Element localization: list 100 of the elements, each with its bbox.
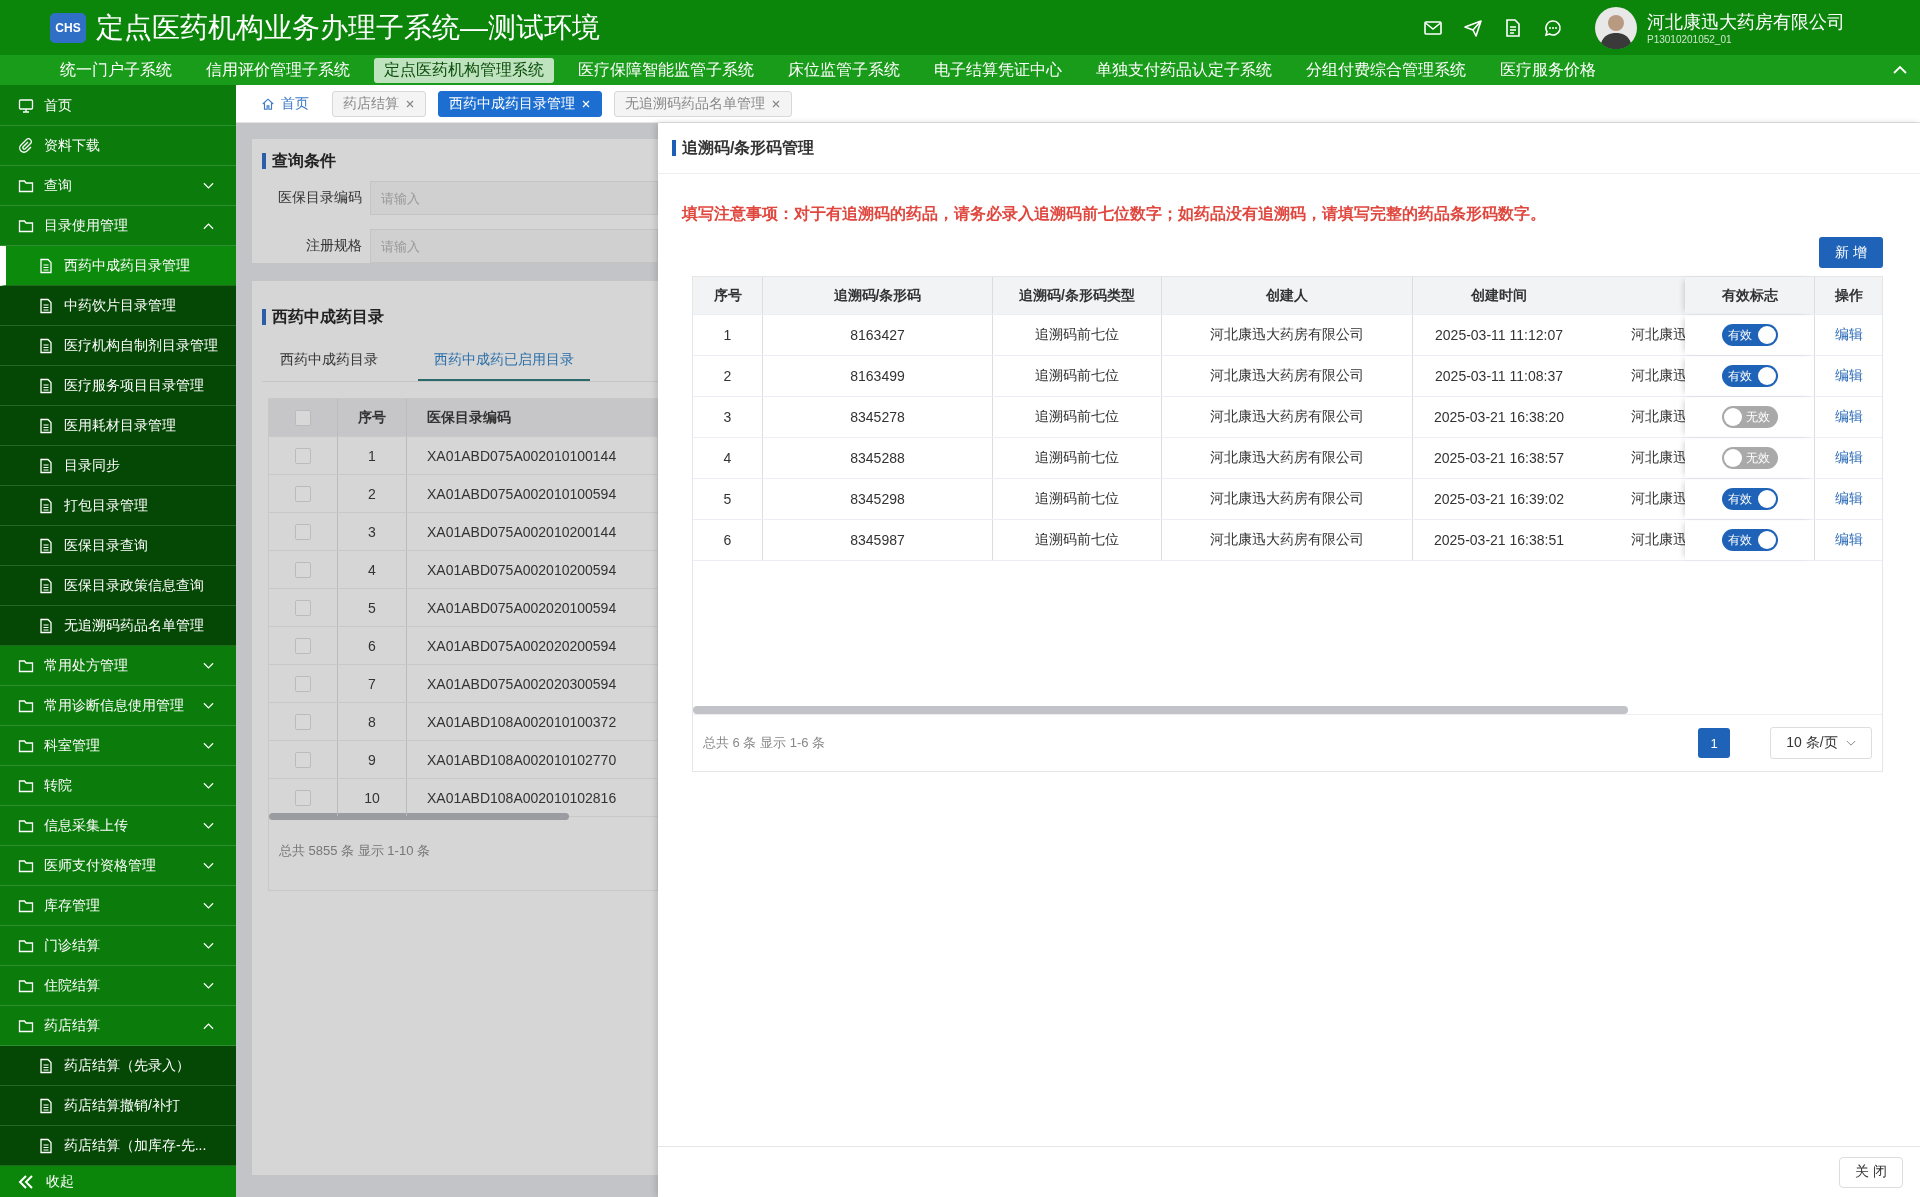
nav-item[interactable]: 医疗服务价格 xyxy=(1490,57,1606,83)
row-checkbox[interactable] xyxy=(295,599,311,616)
edit-link[interactable]: 编辑 xyxy=(1834,367,1863,385)
table-cell: 河北康迅大药房有限公司 xyxy=(1162,438,1413,478)
sidebar-item[interactable]: 医疗机构自制剂目录管理 xyxy=(0,326,236,366)
row-checkbox[interactable] xyxy=(295,561,311,578)
table-cell: 6 xyxy=(693,520,763,560)
row-checkbox[interactable] xyxy=(295,523,311,540)
close-icon[interactable] xyxy=(771,98,781,109)
close-icon[interactable] xyxy=(405,98,415,109)
status-switch[interactable]: 有效 xyxy=(1721,529,1778,551)
table-cell: 8163427 xyxy=(763,315,993,355)
edit-link[interactable]: 编辑 xyxy=(1834,449,1863,467)
nav-item[interactable]: 分组付费综合管理系统 xyxy=(1296,57,1476,83)
catalog-tab[interactable]: 西药中成药已启用目录 xyxy=(418,337,590,381)
sidebar-item[interactable]: 无追溯码药品名单管理 xyxy=(0,606,236,646)
page-tab[interactable]: 首页 xyxy=(250,90,320,117)
nav-item[interactable]: 统一门户子系统 xyxy=(50,57,182,83)
monitor-icon xyxy=(18,97,34,114)
catalog-tab[interactable]: 西药中成药目录 xyxy=(280,337,378,381)
row-checkbox[interactable] xyxy=(295,447,311,464)
row-checkbox[interactable] xyxy=(295,485,311,502)
nav-item[interactable]: 单独支付药品认定子系统 xyxy=(1086,57,1282,83)
table-cell-text: 2025-03-21 16:38:57 xyxy=(1433,449,1565,468)
sidebar-item[interactable]: 药店结算（加库存-先... xyxy=(0,1126,236,1166)
nav-item[interactable]: 信用评价管理子系统 xyxy=(196,57,360,83)
row-checkbox[interactable] xyxy=(295,789,311,806)
nav-item[interactable]: 定点医药机构管理系统 xyxy=(374,57,554,83)
sidebar-item[interactable]: 西药中成药目录管理 xyxy=(0,246,236,286)
document-icon xyxy=(38,497,54,514)
folder-icon xyxy=(18,977,34,994)
column-header: 创建时间 xyxy=(1470,285,1528,305)
document-icon xyxy=(38,457,54,474)
table-cell: 5 xyxy=(693,479,763,519)
nav-item[interactable]: 电子结算凭证中心 xyxy=(924,57,1072,83)
edit-link[interactable]: 编辑 xyxy=(1834,408,1863,426)
table-cell: 3 xyxy=(693,397,763,437)
page-tab[interactable]: 无追溯码药品名单管理 xyxy=(614,90,792,117)
scrollbar[interactable] xyxy=(269,813,569,820)
avatar-icon[interactable] xyxy=(1595,6,1637,49)
select-all-checkbox[interactable] xyxy=(295,409,311,426)
row-checkbox[interactable] xyxy=(295,713,311,730)
folder-icon xyxy=(18,657,34,674)
status-switch[interactable]: 有效 xyxy=(1721,488,1778,510)
sidebar-item[interactable]: 打包目录管理 xyxy=(0,486,236,526)
table-cell-text: XA01ABD075A002010100594 xyxy=(426,484,618,504)
document-icon xyxy=(38,577,54,594)
document-icon xyxy=(38,297,54,314)
page-tab[interactable]: 西药中成药目录管理 xyxy=(438,90,602,117)
table-cell-text: XA01ABD075A002020200594 xyxy=(426,636,618,656)
table-cell-text: XA01ABD108A002010102770 xyxy=(426,750,618,770)
page-size-select[interactable]: 10 条/页 xyxy=(1770,727,1872,759)
edit-link[interactable]: 编辑 xyxy=(1834,326,1863,344)
table-cell: 追溯码前七位 xyxy=(993,315,1162,355)
scrollbar[interactable] xyxy=(693,706,1628,714)
sidebar-item[interactable]: 医疗服务项目目录管理 xyxy=(0,366,236,406)
folder-icon xyxy=(18,737,34,754)
table-cell: 河北康迅大药房有限公司 xyxy=(1162,520,1413,560)
status-switch[interactable]: 有效 xyxy=(1721,365,1778,387)
table-cell: 7 xyxy=(337,665,407,702)
collapse-button[interactable]: 收起 xyxy=(0,1166,236,1197)
folder-icon xyxy=(18,897,34,914)
document-icon[interactable] xyxy=(1503,17,1523,38)
row-checkbox[interactable] xyxy=(295,675,311,692)
send-icon[interactable] xyxy=(1463,17,1483,38)
sidebar-item[interactable]: 医用耗材目录管理 xyxy=(0,406,236,446)
chat-icon[interactable] xyxy=(1543,17,1563,38)
nav-item[interactable]: 医疗保障智能监管子系统 xyxy=(568,57,764,83)
row-checkbox[interactable] xyxy=(295,751,311,768)
table-cell: 2 xyxy=(693,356,763,396)
table-cell-text: XA01ABD108A002010100372 xyxy=(426,712,618,732)
sidebar-item[interactable]: 药店结算撤销/补打 xyxy=(0,1086,236,1126)
table-cell: 河北康迅大药房有限公司 xyxy=(1162,356,1413,396)
page-button[interactable]: 1 xyxy=(1698,728,1730,758)
status-switch[interactable]: 有效 xyxy=(1721,324,1778,346)
close-button[interactable]: 关 闭 xyxy=(1839,1156,1903,1188)
sidebar-item[interactable]: 中药饮片目录管理 xyxy=(0,286,236,326)
table-cell: 1 xyxy=(337,437,407,474)
nav-item[interactable]: 床位监管子系统 xyxy=(778,57,910,83)
folder-icon xyxy=(18,817,34,834)
chevron-down-icon xyxy=(1845,739,1856,747)
add-button[interactable]: 新 增 xyxy=(1819,237,1883,268)
table-cell-text: XA01ABD108A002010102816 xyxy=(426,788,618,808)
page-tab[interactable]: 药店结算 xyxy=(332,90,426,117)
folder-icon xyxy=(18,1017,34,1034)
edit-link[interactable]: 编辑 xyxy=(1834,531,1863,549)
table-cell-text: 2025-03-11 11:08:37 xyxy=(1434,367,1564,386)
table-cell: 8345278 xyxy=(763,397,993,437)
table-cell: 追溯码前七位 xyxy=(993,520,1162,560)
edit-link[interactable]: 编辑 xyxy=(1834,490,1863,508)
sidebar-item[interactable]: 医保目录查询 xyxy=(0,526,236,566)
table-cell: 追溯码前七位 xyxy=(993,479,1162,519)
row-checkbox[interactable] xyxy=(295,637,311,654)
app-title: 定点医药机构业务办理子系统—测试环境 xyxy=(96,10,600,45)
sidebar-item[interactable]: 目录同步 xyxy=(0,446,236,486)
sidebar-item[interactable]: 药店结算（先录入） xyxy=(0,1046,236,1086)
document-icon xyxy=(38,257,54,274)
sidebar-item[interactable]: 医保目录政策信息查询 xyxy=(0,566,236,606)
home-icon xyxy=(261,96,275,111)
user-code: P13010201052_01 xyxy=(1647,34,1733,45)
